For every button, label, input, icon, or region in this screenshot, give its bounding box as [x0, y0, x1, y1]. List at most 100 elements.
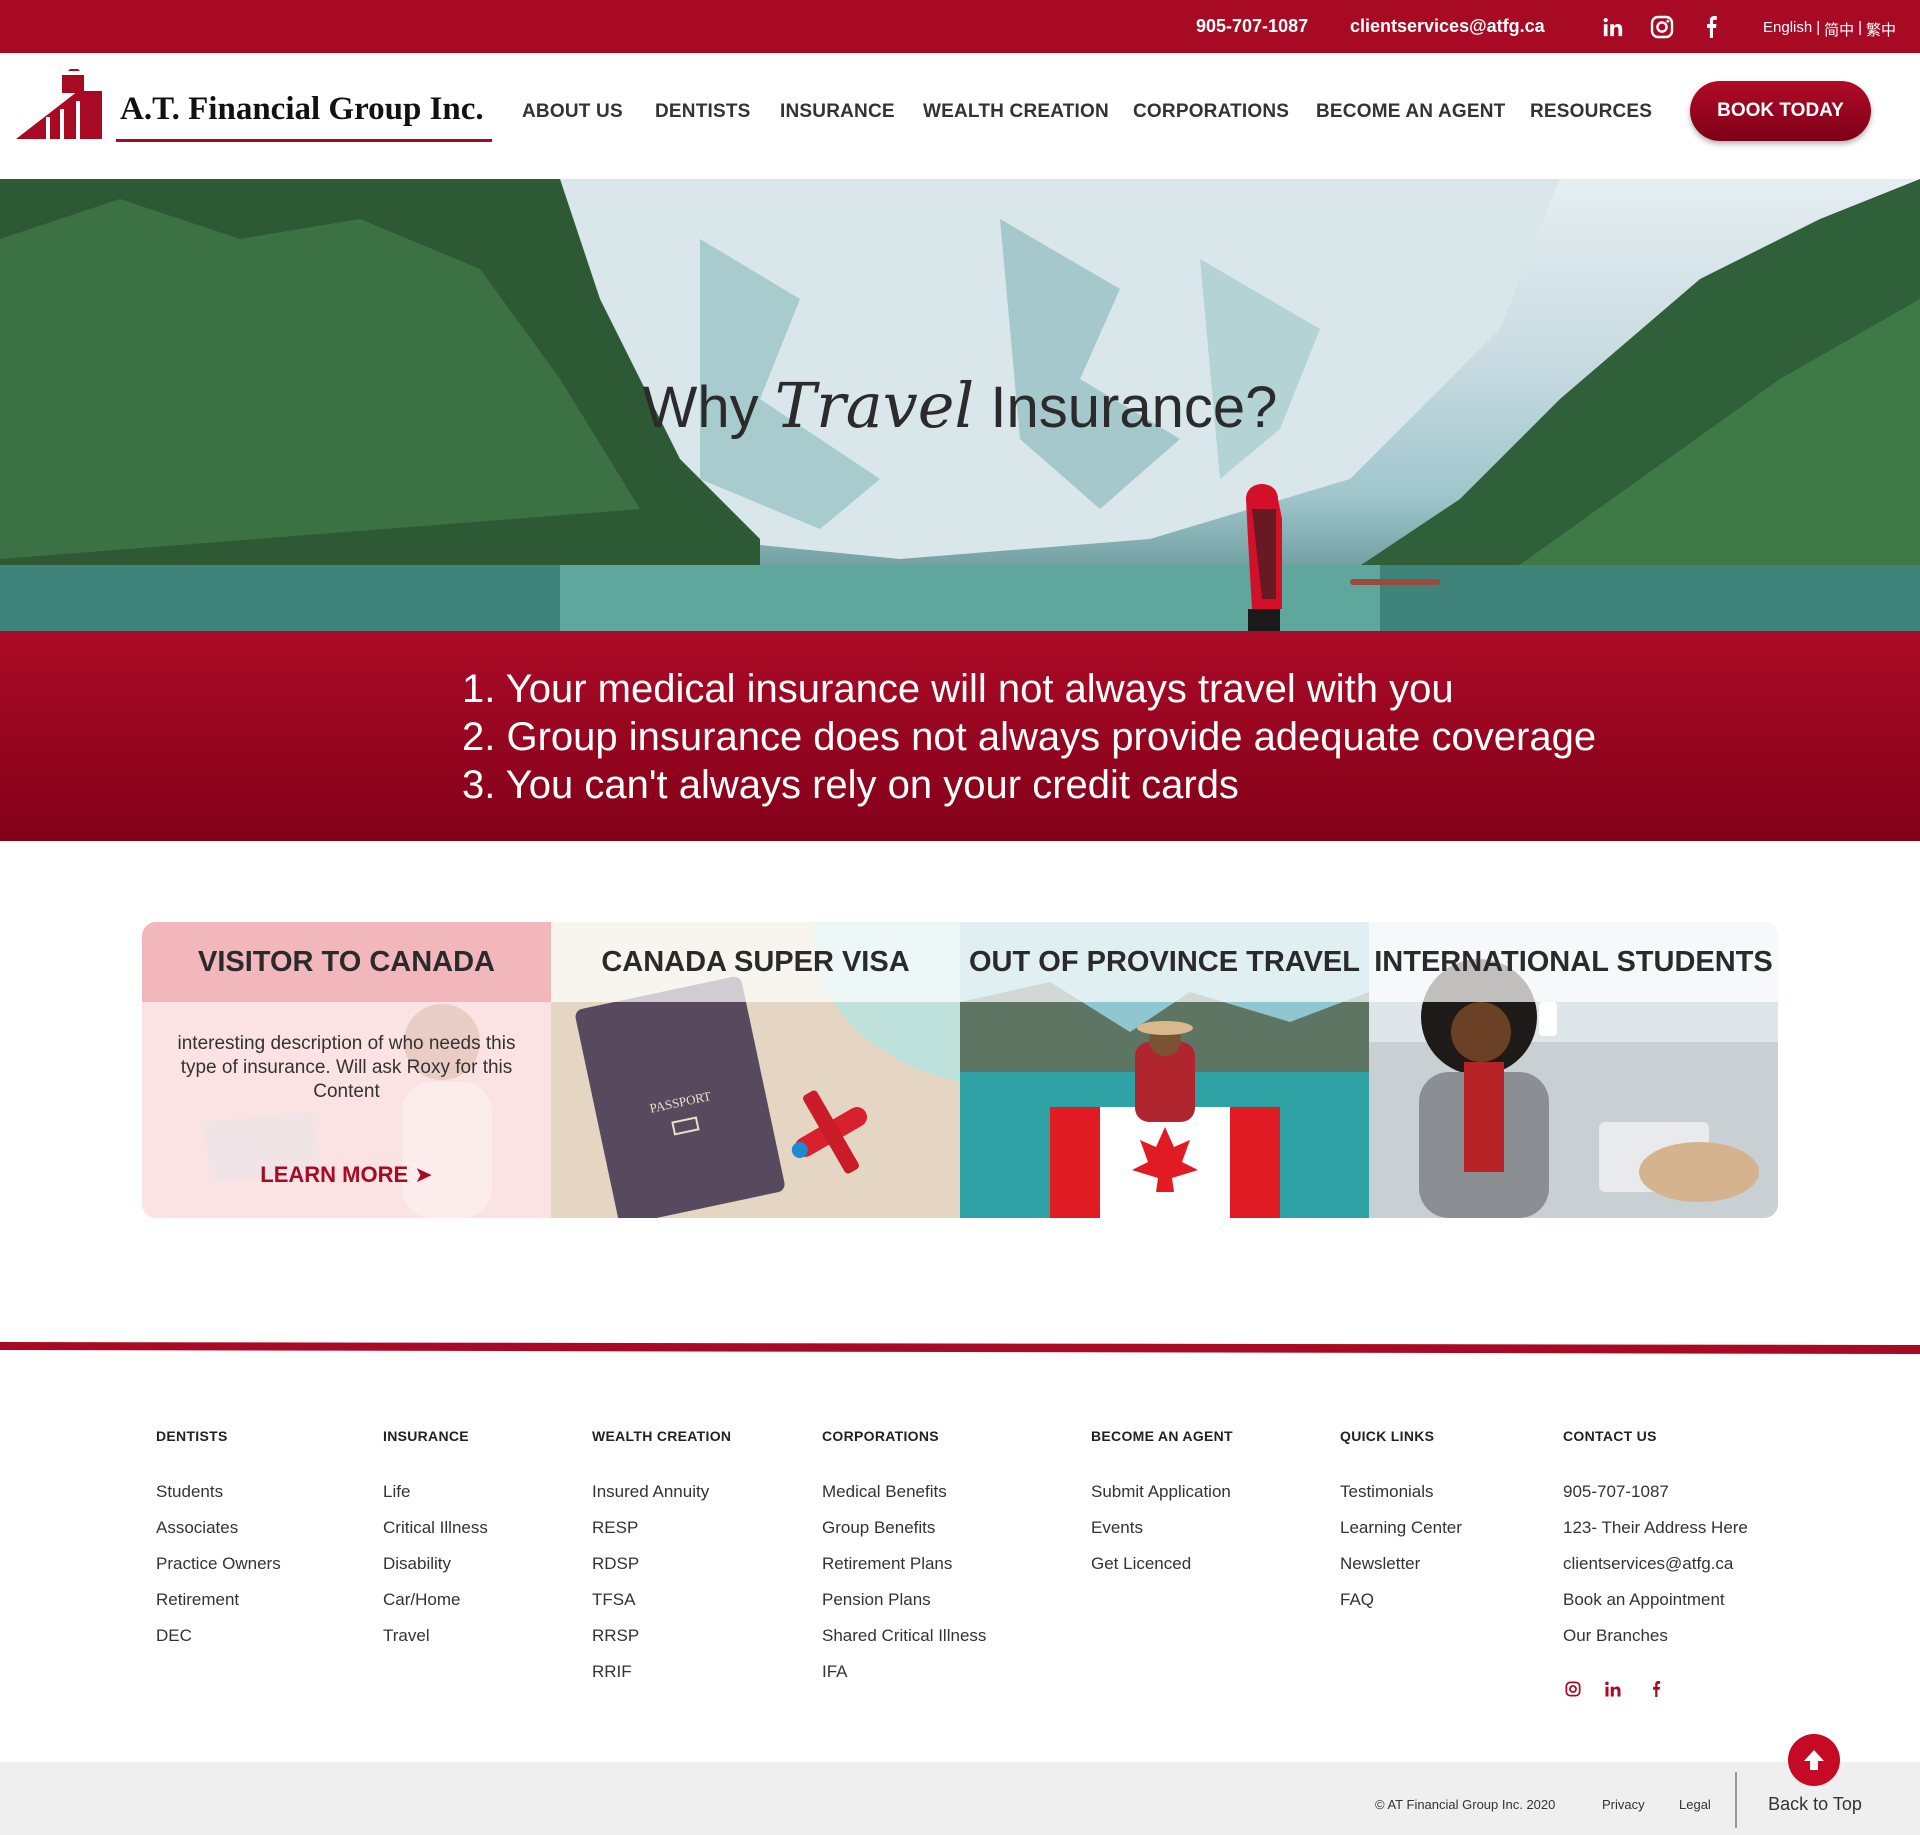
footer-link[interactable]: Events: [1091, 1518, 1233, 1554]
footer-link[interactable]: TFSA: [592, 1590, 731, 1626]
footer-col-dentists: DENTISTS Students Associates Practice Ow…: [156, 1428, 281, 1662]
lang-traditional-chinese[interactable]: 繁中: [1866, 19, 1896, 40]
footer-link[interactable]: Shared Critical Illness: [822, 1626, 986, 1662]
reasons-band: 1. Your medical insurance will not alway…: [0, 631, 1920, 841]
site-header: A.T. Financial Group Inc. ABOUT US DENTI…: [0, 53, 1920, 179]
footer-col-insurance: INSURANCE Life Critical Illness Disabili…: [383, 1428, 488, 1662]
footer-link[interactable]: Get Licenced: [1091, 1554, 1233, 1590]
bottom-bar-divider: [1735, 1772, 1737, 1828]
nav-about-us[interactable]: ABOUT US: [522, 101, 623, 123]
lang-simplified-chinese[interactable]: 简中: [1824, 19, 1854, 40]
footer-link[interactable]: RDSP: [592, 1554, 731, 1590]
hero-title-emphasis: Travel: [774, 369, 975, 442]
nav-resources[interactable]: RESOURCES: [1530, 101, 1652, 123]
footer-link[interactable]: Testimonials: [1340, 1482, 1462, 1518]
footer-link[interactable]: Life: [383, 1482, 488, 1518]
lang-separator: |: [1816, 19, 1821, 36]
facebook-icon[interactable]: [1698, 14, 1724, 40]
linkedin-icon[interactable]: [1600, 14, 1626, 40]
reason-item: 3. You can't always rely on your credit …: [462, 763, 1239, 807]
copyright-text: © AT Financial Group Inc. 2020: [1375, 1797, 1556, 1812]
instagram-icon[interactable]: [1562, 1678, 1584, 1700]
reason-item: 2. Group insurance does not always provi…: [462, 715, 1597, 759]
footer-link[interactable]: RRIF: [592, 1662, 731, 1698]
footer-link[interactable]: DEC: [156, 1626, 281, 1662]
footer-link[interactable]: RRSP: [592, 1626, 731, 1662]
footer-col-corporations: CORPORATIONS Medical Benefits Group Bene…: [822, 1428, 986, 1698]
footer-link[interactable]: Medical Benefits: [822, 1482, 986, 1518]
nav-become-an-agent[interactable]: BECOME AN AGENT: [1316, 101, 1505, 123]
arrow-right-icon: ➤: [414, 1162, 433, 1187]
nav-dentists[interactable]: DENTISTS: [655, 101, 751, 123]
footer-link[interactable]: Insured Annuity: [592, 1482, 731, 1518]
card-out-of-province-travel[interactable]: OUT OF PROVINCE TRAVEL: [960, 922, 1369, 1218]
footer-link[interactable]: Group Benefits: [822, 1518, 986, 1554]
hero-banner: Why Travel Insurance?: [0, 179, 1920, 631]
instagram-icon[interactable]: [1649, 14, 1675, 40]
privacy-link[interactable]: Privacy: [1602, 1797, 1645, 1812]
footer-heading: QUICK LINKS: [1340, 1428, 1435, 1444]
footer-link[interactable]: Associates: [156, 1518, 281, 1554]
footer-col-quick-links: QUICK LINKS Testimonials Learning Center…: [1340, 1428, 1462, 1626]
footer-link[interactable]: 905-707-1087: [1563, 1482, 1748, 1518]
footer-link[interactable]: clientservices@atfg.ca: [1563, 1554, 1748, 1590]
lang-english[interactable]: English: [1763, 19, 1812, 40]
card-visitor-to-canada[interactable]: VISITOR TO CANADA interesting descriptio…: [142, 922, 551, 1218]
footer-link[interactable]: Critical Illness: [383, 1518, 488, 1554]
nav-corporations[interactable]: CORPORATIONS: [1133, 101, 1289, 123]
footer-link[interactable]: FAQ: [1340, 1590, 1462, 1626]
footer-link[interactable]: Students: [156, 1482, 281, 1518]
footer-link[interactable]: IFA: [822, 1662, 986, 1698]
top-bar: 905-707-1087 clientservices@atfg.ca Engl…: [0, 0, 1920, 53]
footer-link[interactable]: Book an Appointment: [1563, 1590, 1748, 1626]
footer-link[interactable]: Car/Home: [383, 1590, 488, 1626]
footer-col-wealth-creation: WEALTH CREATION Insured Annuity RESP RDS…: [592, 1428, 731, 1698]
footer-heading: CORPORATIONS: [822, 1428, 939, 1444]
facebook-icon[interactable]: [1645, 1678, 1667, 1700]
hero-title-post: Insurance?: [990, 375, 1278, 440]
card-international-students[interactable]: INTERNATIONAL STUDENTS: [1369, 922, 1778, 1218]
card-title: VISITOR TO CANADA: [142, 922, 551, 1002]
back-to-top-button[interactable]: Back to Top: [1760, 1734, 1870, 1824]
nav-insurance[interactable]: INSURANCE: [780, 101, 895, 123]
arrow-up-icon: [1788, 1734, 1840, 1786]
footer-link[interactable]: Newsletter: [1340, 1554, 1462, 1590]
footer-divider: [0, 1342, 1920, 1354]
footer-heading: INSURANCE: [383, 1428, 469, 1444]
learn-more-link[interactable]: LEARN MORE ➤: [142, 1162, 551, 1188]
footer-link[interactable]: Our Branches: [1563, 1626, 1748, 1662]
lang-separator: |: [1858, 19, 1863, 36]
footer-link[interactable]: Disability: [383, 1554, 488, 1590]
logo-mark-icon: [16, 69, 102, 139]
footer-link[interactable]: RESP: [592, 1518, 731, 1554]
reasons-list: 1. Your medical insurance will not alway…: [462, 665, 1596, 809]
footer-link[interactable]: Practice Owners: [156, 1554, 281, 1590]
linkedin-icon[interactable]: [1602, 1678, 1624, 1700]
footer-link[interactable]: Pension Plans: [822, 1590, 986, 1626]
footer-link[interactable]: 123- Their Address Here: [1563, 1518, 1748, 1554]
footer-col-contact-us: CONTACT US 905-707-1087 123- Their Addre…: [1563, 1428, 1748, 1662]
nav-wealth-creation[interactable]: WEALTH CREATION: [923, 101, 1109, 123]
footer-link[interactable]: Travel: [383, 1626, 488, 1662]
card-canada-super-visa[interactable]: PASSPORT CANADA SUPER VISA: [551, 922, 960, 1218]
language-switcher: English | 简中 | 繁中: [1763, 19, 1896, 40]
footer-link[interactable]: Learning Center: [1340, 1518, 1462, 1554]
learn-more-label: LEARN MORE: [260, 1162, 409, 1187]
reason-item: 1. Your medical insurance will not alway…: [462, 667, 1454, 711]
footer-col-become-an-agent: BECOME AN AGENT Submit Application Event…: [1091, 1428, 1233, 1590]
footer-bottom-bar: © AT Financial Group Inc. 2020 Privacy L…: [0, 1762, 1920, 1835]
legal-link[interactable]: Legal: [1679, 1797, 1711, 1812]
top-email-link[interactable]: clientservices@atfg.ca: [1350, 16, 1545, 37]
book-today-button[interactable]: BOOK TODAY: [1690, 81, 1871, 141]
logo[interactable]: A.T. Financial Group Inc.: [16, 67, 496, 157]
back-to-top-label: Back to Top: [1768, 1794, 1862, 1814]
card-title: CANADA SUPER VISA: [551, 922, 960, 1002]
footer-link[interactable]: Retirement: [156, 1590, 281, 1626]
footer-heading: CONTACT US: [1563, 1428, 1657, 1444]
top-phone-link[interactable]: 905-707-1087: [1196, 16, 1308, 37]
footer-link[interactable]: Submit Application: [1091, 1482, 1233, 1518]
footer-link[interactable]: Retirement Plans: [822, 1554, 986, 1590]
logo-underline: [116, 139, 492, 142]
card-title: INTERNATIONAL STUDENTS: [1369, 922, 1778, 1002]
hero-title: Why Travel Insurance?: [0, 369, 1920, 442]
